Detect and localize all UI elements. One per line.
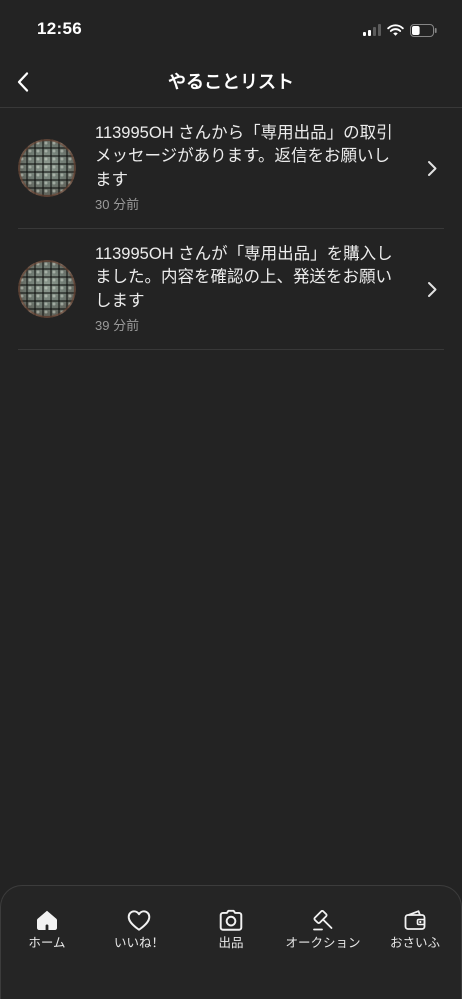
- chevron-right-icon: [420, 160, 444, 176]
- todo-message-line: 113995OH さんから「専用出品」の取引: [95, 123, 393, 142]
- tab-sell[interactable]: 出品: [185, 886, 277, 999]
- signal-bar: [373, 27, 376, 36]
- tab-auction[interactable]: オークション: [277, 886, 369, 999]
- nav-header: やることリスト: [0, 58, 462, 108]
- signal-bar: [378, 24, 381, 36]
- todo-message-line: ます: [95, 170, 128, 189]
- gavel-icon: [313, 910, 333, 931]
- page-title: やることリスト: [168, 72, 294, 92]
- todo-message-line: ました。内容を確認の上、発送をお願い: [95, 268, 392, 287]
- todo-message: 113995OH さんが「専用出品」を購入し ました。内容を確認の上、発送をお願…: [95, 243, 400, 314]
- todo-message-line: 113995OH さんが「専用出品」を購入し: [95, 244, 393, 263]
- tab-label: 出品: [218, 936, 244, 950]
- wifi-icon: [387, 24, 404, 36]
- todo-time: 39 分前: [95, 318, 140, 334]
- todo-text: 113995OH さんから「専用出品」の取引 メッセージがあります。返信をお願い…: [95, 122, 400, 215]
- tab-label: オークション: [285, 936, 361, 950]
- battery-fill: [412, 25, 420, 35]
- user-avatar: [18, 260, 76, 318]
- todo-list: 113995OH さんから「専用出品」の取引 メッセージがあります。返信をお願い…: [18, 108, 444, 350]
- signal-bar: [368, 30, 371, 36]
- todo-text: 113995OH さんが「専用出品」を購入し ました。内容を確認の上、発送をお願…: [95, 243, 400, 336]
- user-avatar: [18, 139, 76, 197]
- tab-bar: ホーム いいね！ 出品 オークション おさいふ: [0, 885, 462, 999]
- tab-label: おさいふ: [389, 936, 440, 950]
- todo-message-line: します: [95, 291, 145, 310]
- tab-home[interactable]: ホーム: [1, 886, 93, 999]
- tab-wallet[interactable]: おさいふ: [369, 886, 461, 999]
- tab-likes[interactable]: いいね！: [93, 886, 185, 999]
- tab-label: ホーム: [28, 936, 66, 950]
- heart-icon: [127, 910, 151, 931]
- todo-item[interactable]: 113995OH さんから「専用出品」の取引 メッセージがあります。返信をお願い…: [18, 108, 444, 229]
- status-bar: 12:56: [0, 0, 462, 58]
- status-time: 12:56: [37, 19, 82, 38]
- signal-icon: [363, 24, 381, 36]
- todo-message-line: メッセージがあります。返信をお願いし: [95, 147, 391, 166]
- camera-icon: [219, 909, 243, 931]
- home-icon: [37, 910, 57, 930]
- status-icons: [363, 23, 437, 37]
- wallet-icon: [404, 910, 426, 930]
- tab-label: いいね！: [113, 936, 164, 950]
- battery-icon: [410, 23, 437, 37]
- todo-time: 30 分前: [95, 197, 140, 213]
- signal-bar: [363, 32, 366, 36]
- todo-item[interactable]: 113995OH さんが「専用出品」を購入し ました。内容を確認の上、発送をお願…: [18, 229, 444, 350]
- todo-message: 113995OH さんから「専用出品」の取引 メッセージがあります。返信をお願い…: [95, 122, 400, 193]
- chevron-right-icon: [420, 281, 444, 297]
